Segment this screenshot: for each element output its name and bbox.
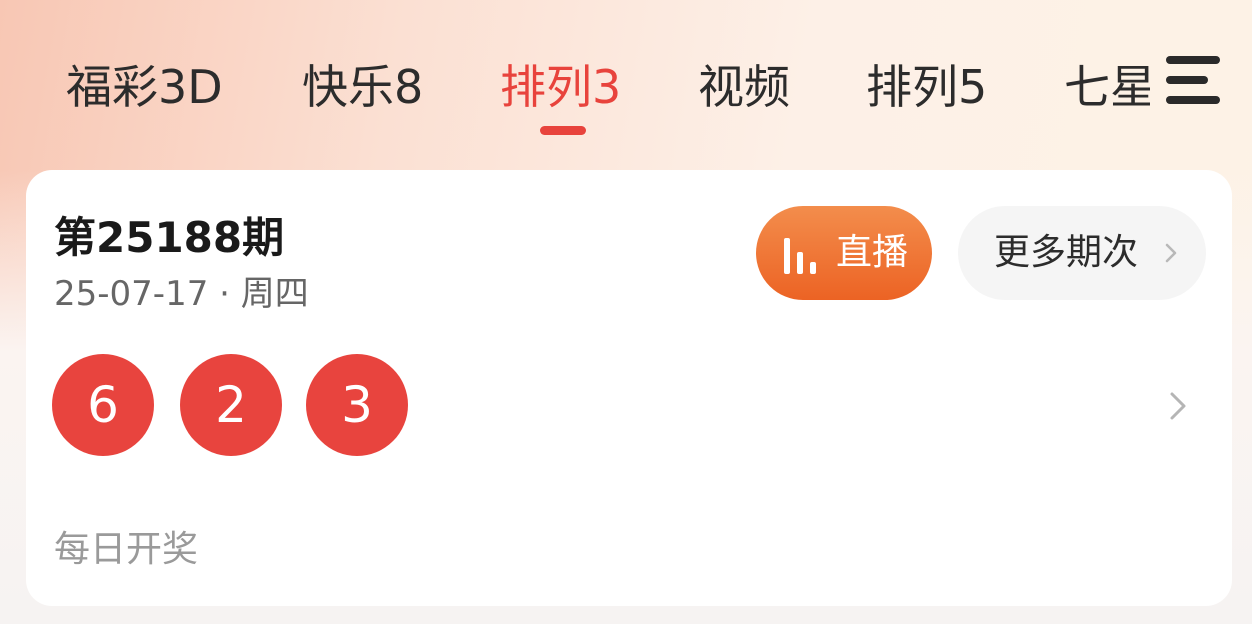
draw-date: 25-07-17 · 周四 — [54, 274, 309, 314]
tab-fucai-3d[interactable]: 福彩3D — [66, 52, 223, 122]
live-button-label: 直播 — [836, 232, 909, 273]
more-issues-button[interactable]: 更多期次 — [958, 206, 1206, 300]
hamburger-menu-icon[interactable] — [1160, 52, 1224, 112]
tab-pailie-3[interactable]: 排列3 — [500, 52, 621, 122]
number-ball: 3 — [306, 354, 408, 456]
draw-result-card: 第25188期 25-07-17 · 周四 直播 更多期次 6 2 3 每日开奖 — [26, 170, 1232, 606]
number-ball: 6 — [52, 354, 154, 456]
tab-qixingcai[interactable]: 七星彩 — [1064, 52, 1150, 122]
chevron-right-icon[interactable] — [1164, 390, 1192, 422]
tab-kuaile-8[interactable]: 快乐8 — [302, 52, 423, 122]
tab-video[interactable]: 视频 — [698, 52, 790, 122]
issue-number: 第25188期 — [54, 213, 285, 262]
live-button[interactable]: 直播 — [756, 206, 932, 300]
bar-chart-icon — [784, 238, 820, 274]
draw-frequency: 每日开奖 — [54, 529, 199, 570]
number-ball: 2 — [180, 354, 282, 456]
active-tab-indicator — [540, 126, 586, 135]
more-issues-label: 更多期次 — [994, 232, 1139, 273]
chevron-right-icon — [1165, 243, 1177, 263]
lottery-tab-bar: 福彩3D 快乐8 排列3 视频 排列5 七星彩 — [0, 0, 1150, 170]
tab-pailie-5[interactable]: 排列5 — [866, 52, 987, 122]
